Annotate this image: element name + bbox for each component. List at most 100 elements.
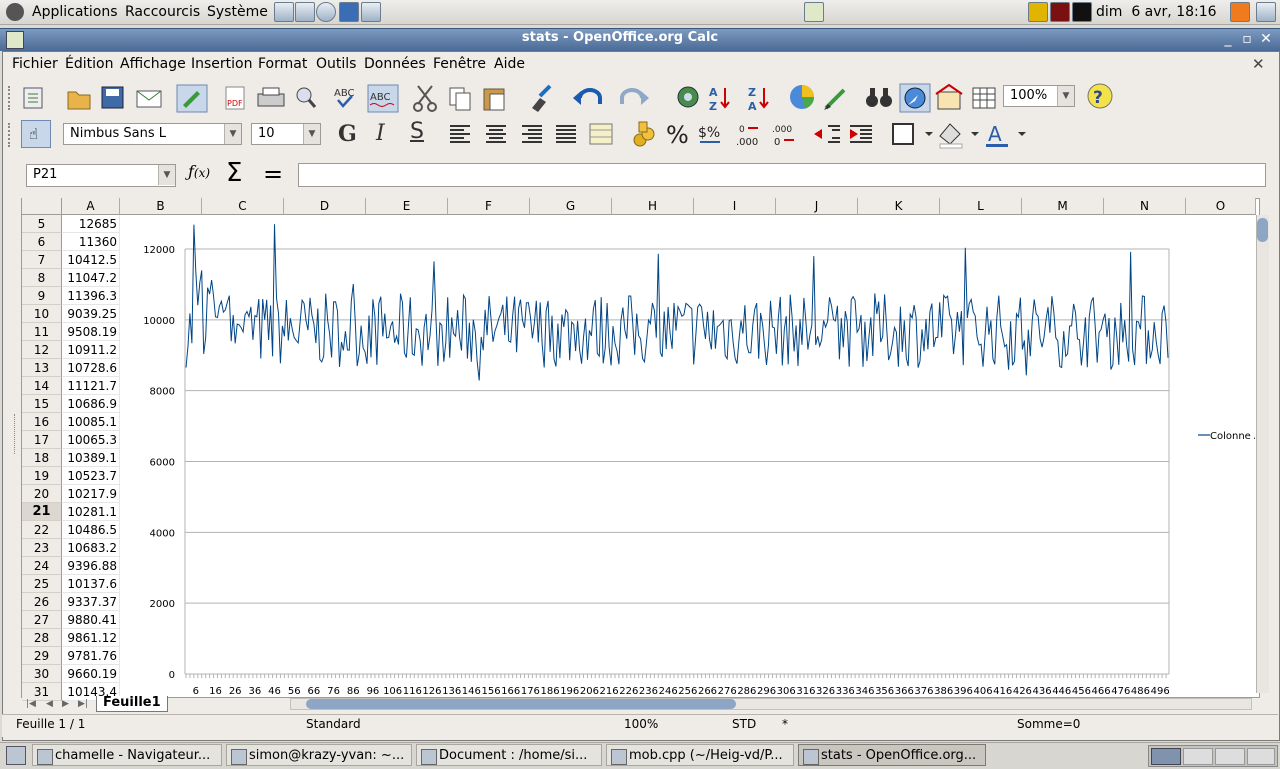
gnome-foot-icon[interactable] <box>6 3 24 21</box>
column-header[interactable]: K <box>858 198 940 215</box>
italic-button[interactable]: I <box>376 121 385 146</box>
tray-firefox-icon[interactable] <box>1230 2 1250 22</box>
toolbar-grip[interactable] <box>8 86 14 110</box>
row-header[interactable]: 9 <box>22 287 62 305</box>
menu-fenetre[interactable]: Fenêtre <box>433 56 486 72</box>
column-header[interactable]: J <box>776 198 858 215</box>
styles-button[interactable]: ☝ <box>21 120 51 148</box>
workspace-2[interactable] <box>1183 748 1213 765</box>
cell-a[interactable]: 11121.7 <box>62 377 120 395</box>
row-header[interactable]: 12 <box>22 341 62 359</box>
taskbar-button[interactable]: mob.cpp (~/Heig-vd/P... <box>606 744 794 766</box>
split-handle[interactable] <box>14 414 19 454</box>
cell-a[interactable]: 11047.2 <box>62 269 120 287</box>
cell-a[interactable]: 10412.5 <box>62 251 120 269</box>
row-header[interactable]: 7 <box>22 251 62 269</box>
cell-a[interactable]: 10085.1 <box>62 413 120 431</box>
cell-a[interactable]: 10389.1 <box>62 449 120 467</box>
row-header[interactable]: 30 <box>22 665 62 683</box>
column-header[interactable]: G <box>530 198 612 215</box>
vertical-scrollbar[interactable] <box>1256 215 1269 693</box>
cell-a[interactable]: 9781.76 <box>62 647 120 665</box>
menu-raccourcis[interactable]: Raccourcis <box>125 4 200 20</box>
close-icon[interactable]: ✕ <box>1258 31 1274 47</box>
cell-a[interactable]: 10137.6 <box>62 575 120 593</box>
status-mode[interactable]: STD <box>732 717 756 731</box>
cell-a[interactable]: 10728.6 <box>62 359 120 377</box>
row-header[interactable]: 16 <box>22 413 62 431</box>
tab-nav-next-icon[interactable]: ▶ <box>62 699 69 709</box>
bold-button[interactable]: G <box>338 121 357 147</box>
tab-nav-prev-icon[interactable]: ◀ <box>46 699 53 709</box>
chevron-down-icon[interactable]: ▼ <box>1057 86 1074 106</box>
column-header[interactable]: C <box>202 198 284 215</box>
launcher-terminal-icon[interactable] <box>339 2 359 22</box>
tab-nav-first-icon[interactable]: |◀ <box>26 699 36 709</box>
workspace-3[interactable] <box>1215 748 1245 765</box>
column-header[interactable]: H <box>612 198 694 215</box>
row-header[interactable]: 19 <box>22 467 62 485</box>
status-style[interactable]: Standard <box>306 717 361 731</box>
row-header[interactable]: 13 <box>22 359 62 377</box>
menu-insertion[interactable]: Insertion <box>191 56 252 72</box>
workspace-4[interactable] <box>1247 748 1275 765</box>
menu-applications[interactable]: Applications <box>32 4 118 20</box>
formula-input[interactable] <box>298 163 1266 187</box>
row-header[interactable]: 11 <box>22 323 62 341</box>
vertical-scroll-thumb[interactable] <box>1257 218 1268 242</box>
column-header[interactable]: N <box>1104 198 1186 215</box>
cell-a[interactable]: 9660.19 <box>62 665 120 683</box>
status-sum[interactable]: Somme=0 <box>1017 717 1080 731</box>
sum-button[interactable]: Σ <box>226 158 242 188</box>
column-header[interactable]: A <box>62 198 120 215</box>
cell-a[interactable]: 10911.2 <box>62 341 120 359</box>
minimize-icon[interactable]: _ <box>1220 31 1236 47</box>
cell-a[interactable]: 9337.37 <box>62 593 120 611</box>
cell-a[interactable]: 10683.2 <box>62 539 120 557</box>
function-wizard-icon[interactable]: ƒ(x) <box>188 162 210 181</box>
menu-edition[interactable]: Édition <box>65 56 113 72</box>
zoom-select[interactable]: 100% ▼ <box>1003 85 1075 107</box>
row-header[interactable]: 15 <box>22 395 62 413</box>
row-header[interactable]: 6 <box>22 233 62 251</box>
launcher-cube-icon[interactable] <box>361 2 381 22</box>
row-header[interactable]: 29 <box>22 647 62 665</box>
status-zoom[interactable]: 100% <box>624 717 658 731</box>
column-header[interactable]: L <box>940 198 1022 215</box>
row-header[interactable]: 24 <box>22 557 62 575</box>
cell-a[interactable]: 9039.25 <box>62 305 120 323</box>
workspace-switcher[interactable] <box>1148 745 1278 767</box>
menu-aide[interactable]: Aide <box>494 56 525 72</box>
cell-a[interactable]: 9396.88 <box>62 557 120 575</box>
horizontal-scroll-thumb[interactable] <box>306 699 736 709</box>
corner-select-all[interactable] <box>22 198 62 215</box>
cell-a[interactable]: 11360 <box>62 233 120 251</box>
taskbar-button[interactable]: simon@krazy-yvan: ~... <box>226 744 412 766</box>
cell-a[interactable]: 10281.1 <box>62 503 120 521</box>
workspace-1[interactable] <box>1151 748 1181 765</box>
chevron-down-icon[interactable]: ▼ <box>224 124 241 144</box>
maximize-icon[interactable]: ▫ <box>1239 31 1255 47</box>
cell-a[interactable]: 10217.9 <box>62 485 120 503</box>
close-document-icon[interactable]: ✕ <box>1252 55 1265 73</box>
tab-nav-last-icon[interactable]: ▶| <box>78 699 88 709</box>
line-chart[interactable]: 0 2000 4000 6000 8000 10000 12000 6 16 26 36 46 56 6… <box>120 215 1255 696</box>
cell-a[interactable]: 9880.41 <box>62 611 120 629</box>
tray-app-icon[interactable] <box>1028 2 1048 22</box>
font-name-select[interactable]: Nimbus Sans L ▼ <box>63 123 242 145</box>
row-header[interactable]: 17 <box>22 431 62 449</box>
row-header[interactable]: 21 <box>22 503 62 521</box>
row-header[interactable]: 10 <box>22 305 62 323</box>
chevron-down-icon[interactable]: ▼ <box>158 165 175 185</box>
row-header[interactable]: 26 <box>22 593 62 611</box>
column-header[interactable]: M <box>1022 198 1104 215</box>
menu-donnees[interactable]: Données <box>364 56 426 72</box>
cell-a[interactable]: 10065.3 <box>62 431 120 449</box>
taskbar-button[interactable]: Document : /home/si... <box>416 744 602 766</box>
row-header[interactable]: 5 <box>22 215 62 233</box>
menu-affichage[interactable]: Affichage <box>120 56 186 72</box>
row-header[interactable]: 27 <box>22 611 62 629</box>
row-header[interactable]: 20 <box>22 485 62 503</box>
column-header[interactable]: E <box>366 198 448 215</box>
taskbar-button[interactable]: stats - OpenOffice.org... <box>798 744 986 766</box>
